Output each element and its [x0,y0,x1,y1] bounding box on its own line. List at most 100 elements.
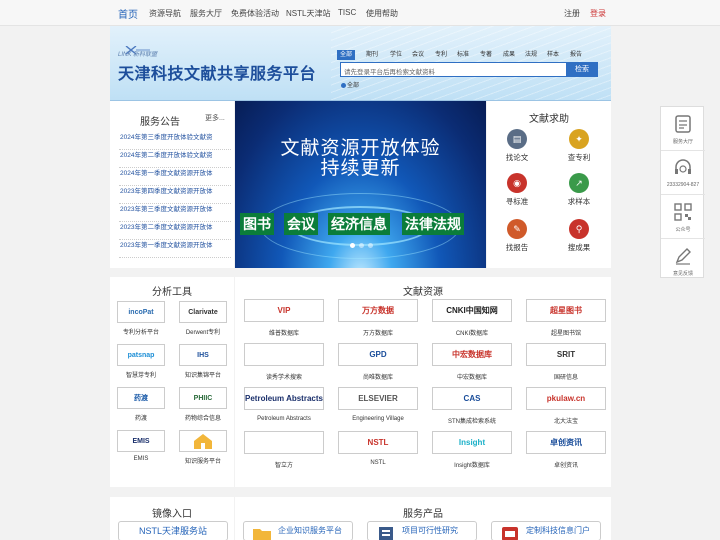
tool-label: 知识集锦平台 [184,373,221,379]
tool-item[interactable]: EMIS EMIS [113,430,169,462]
document-icon [379,527,393,540]
service-product-portal[interactable]: 定制科技信息门户 [491,521,601,540]
search-tab-standard[interactable]: 标准 [457,50,469,60]
sidebar-service-hall[interactable]: 服务大厅 [661,107,705,151]
nav-resource-guide[interactable]: 资源导航 [149,8,181,19]
resource-item[interactable]: 万方数据 万方数据库 [333,299,423,337]
tool-label: 药渡 [134,416,147,422]
search-tab-regulation[interactable]: 法规 [525,50,537,60]
announcement-list: 2024年第三季度开放体验文献资 2024年第二季度开放体验文献资 2024年第… [119,132,231,258]
carousel-dot[interactable] [368,243,373,248]
paper-icon: ▤ [507,129,527,149]
request-item-paper[interactable]: ▤ 找论文 [492,129,542,163]
mirror-title: 镜像入口 [152,509,192,520]
service-product-enterprise[interactable]: 企业知识服务平台 [243,521,353,540]
search-tab-monograph[interactable]: 专著 [480,50,492,60]
sidebar-hotline[interactable]: 23332904-827 [661,151,705,195]
announcement-item[interactable]: 2023年第一季度文献资源开放体 [119,240,231,258]
portal-icon [502,527,518,540]
resource-item[interactable]: GPD 尚唯数据库 [333,343,423,381]
request-item-standard[interactable]: ◉ 寻标准 [492,173,542,207]
nav-service-hall[interactable]: 服务大厅 [190,8,222,19]
announcement-item[interactable]: 2024年第二季度开放体验文献资 [119,150,231,168]
announcements-title: 服务公告 [140,117,180,128]
announcement-item[interactable]: 2024年第三季度开放体验文献资 [119,132,231,150]
carousel-dot[interactable] [350,243,355,248]
resource-logo: pkulaw.cn [526,387,606,410]
tool-item[interactable]: PHIIC 药物综合信息 [175,387,231,422]
request-item-sample[interactable]: ↗ 求样本 [554,173,604,207]
search-tab-conference[interactable]: 会议 [412,50,424,60]
resource-item[interactable]: 读秀学术搜索 [239,343,329,381]
request-item-label: 找论文 [505,153,529,162]
announcement-item[interactable]: 2023年第四季度文献资源开放体 [119,186,231,204]
nav-home[interactable]: 首页 [118,6,138,21]
document-request-panel: 文献求助 ▤ 找论文 ✦ 查专利 ◉ 寻标准 ↗ 求样本 ✎ 找报告 ⚲ 搜成果 [487,101,611,268]
register-link[interactable]: 注册 [564,8,580,19]
search-tab-degree[interactable]: 学位 [390,50,402,60]
hero-carousel[interactable]: 文献资源开放体验 持续更新 图书 会议 经济信息 法律法规 [235,101,486,268]
announcement-item[interactable]: 2023年第二季度文献资源开放体 [119,222,231,240]
login-link[interactable]: 登录 [590,8,606,19]
nav-free-trial[interactable]: 免费体验活动 [231,8,279,19]
nav-tisc[interactable]: TISC [338,8,356,17]
request-item-patent[interactable]: ✦ 查专利 [554,129,604,163]
tool-item[interactable]: IHS 知识集锦平台 [175,344,231,379]
standard-icon: ◉ [507,173,527,193]
sidebar-wechat[interactable]: 公众号 [661,195,705,239]
resource-item[interactable]: 智立方 [239,431,329,469]
resource-item[interactable]: Petroleum Abstracts Petroleum Abstracts [239,387,329,422]
resource-item[interactable]: ELSEVIER Engineering Village [333,387,423,422]
resource-item[interactable]: CNKI中国知网 CNKI数据库 [427,299,517,337]
carousel-dot[interactable] [359,243,364,248]
tool-item[interactable]: Clarivate Derwent专利 [175,301,231,336]
resource-item[interactable]: Insight Insight数据库 [427,431,517,469]
request-item-achievement[interactable]: ⚲ 搜成果 [554,219,604,253]
tool-item[interactable]: incoPat 专利分析平台 [113,301,169,336]
resource-item[interactable]: pkulaw.cn 北大法宝 [521,387,611,425]
resource-item[interactable]: 超星图书 超星图书馆 [521,299,611,337]
tool-item[interactable]: 药渡 药渡 [113,387,169,422]
mirror-panel: 镜像入口 NSTL天津服务站 [110,497,234,540]
tool-label: 知识服务平台 [184,459,221,465]
request-item-report[interactable]: ✎ 找报告 [492,219,542,253]
radio-dot-icon [341,82,346,88]
search-tab-sample[interactable]: 样本 [547,50,559,60]
search-tab-journal[interactable]: 期刊 [366,50,378,60]
nav-nstl-tianjin[interactable]: NSTL天津站 [286,8,330,19]
nstl-station-button[interactable]: NSTL天津服务站 [118,521,228,540]
request-item-label: 搜成果 [567,243,591,252]
resource-logo: SRIT [526,343,606,366]
nav-help[interactable]: 使用帮助 [366,8,398,19]
achievement-icon: ⚲ [569,219,589,239]
resource-item[interactable]: 卓创资讯 卓创资讯 [521,431,611,469]
tool-item[interactable]: patsnap 智慧芽专利 [113,344,169,379]
search-input[interactable]: 请先登录平台后再检索文献资料 [340,62,568,77]
report-icon: ✎ [507,219,527,239]
feedback-icon [675,248,691,265]
search-tab-achievement[interactable]: 成果 [503,50,515,60]
sidebar-feedback[interactable]: 意见反馈 [661,239,705,283]
resource-item[interactable]: CAS STN集成检索系统 [427,387,517,425]
headset-icon [675,159,691,174]
search-tab-all[interactable]: 全部 [337,50,356,60]
resource-item[interactable]: 中宏数据库 中宏数据库 [427,343,517,381]
resource-logo: VIP [244,299,324,322]
announcement-item[interactable]: 2024年第一季度文献资源开放体 [119,168,231,186]
service-product-feasibility[interactable]: 项目可行性研究 [367,521,477,540]
header-banner: LINK 新科联盟 天津科技文献共享服务平台 全部 期刊 学位 会议 专利 标准… [110,26,611,101]
resource-item[interactable]: VIP 维普数据库 [239,299,329,337]
tools-title: 分析工具 [152,287,192,298]
search-radio-all[interactable]: 全部 [341,80,359,89]
service-hall-icon [675,115,691,133]
tool-item[interactable]: 知识服务平台 [175,430,231,465]
announcement-item[interactable]: 2023年第三季度文献资源开放体 [119,204,231,222]
search-tab-patent[interactable]: 专利 [435,50,447,60]
announcements-more-link[interactable]: 更多... [205,113,225,123]
request-item-label: 求样本 [567,197,591,206]
resource-item[interactable]: NSTL NSTL [333,431,423,466]
search-button[interactable]: 检索 [566,62,598,77]
house-icon [179,430,227,452]
resource-item[interactable]: SRIT 国研信息 [521,343,611,381]
search-tab-report[interactable]: 报告 [570,50,582,60]
